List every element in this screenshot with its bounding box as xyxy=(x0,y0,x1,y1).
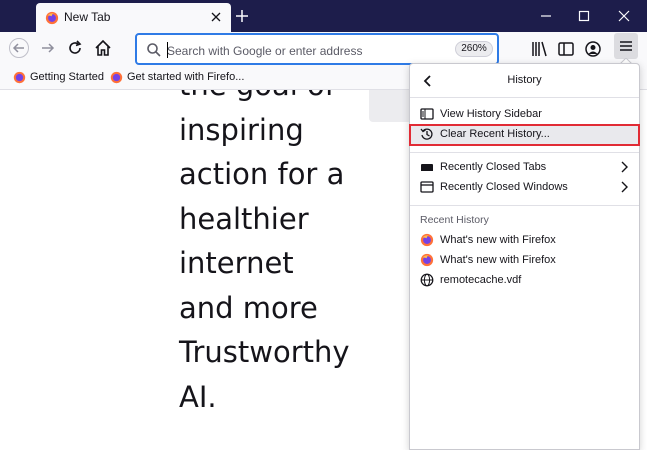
history-panel: History View History Sidebar Clear Recen… xyxy=(409,63,640,450)
history-entry-label: What's new with Firefox xyxy=(440,254,556,266)
recently-closed-windows-item[interactable]: Recently Closed Windows xyxy=(410,178,639,198)
firefox-icon xyxy=(13,71,26,84)
clear-recent-history-item[interactable]: Clear Recent History... xyxy=(409,124,640,146)
app-menu-button[interactable] xyxy=(614,33,638,59)
panel-header: History xyxy=(410,64,639,98)
chevron-right-icon xyxy=(621,181,628,193)
bookmark-label: Get started with Firefo... xyxy=(127,71,245,83)
text-line: inspiring xyxy=(179,112,304,147)
maximize-icon[interactable] xyxy=(577,9,591,23)
text-line: healthier xyxy=(179,201,309,236)
globe-icon xyxy=(420,273,434,287)
page-paragraph: the goal of inspiring action for a healt… xyxy=(179,90,350,419)
account-icon[interactable] xyxy=(583,39,603,59)
divider xyxy=(410,205,639,206)
menu-item-label: Recently Closed Windows xyxy=(440,181,568,193)
reload-icon[interactable] xyxy=(65,38,85,58)
bookmark-get-started-firefox[interactable]: Get started with Firefo... xyxy=(110,70,244,86)
address-bar[interactable]: 260% xyxy=(135,33,499,65)
home-icon[interactable] xyxy=(93,38,113,58)
closed-windows-icon xyxy=(420,181,434,193)
address-input[interactable] xyxy=(167,42,447,60)
menu-item-label: View History Sidebar xyxy=(440,108,542,120)
text-line: action for a xyxy=(179,157,345,191)
firefox-icon xyxy=(110,71,123,84)
text-line: Trustworthy xyxy=(179,335,350,369)
bookmark-label: Getting Started xyxy=(30,71,104,83)
minimize-icon[interactable] xyxy=(539,9,553,23)
navigation-toolbar: 260% xyxy=(0,32,647,66)
closed-tabs-icon xyxy=(421,164,433,171)
history-entry[interactable]: What's new with Firefox xyxy=(410,231,639,251)
back-icon[interactable] xyxy=(9,38,29,58)
recent-history-heading: Recent History xyxy=(420,214,489,226)
close-window-icon[interactable] xyxy=(617,9,631,23)
text-line: AI. xyxy=(179,379,217,414)
bookmark-getting-started[interactable]: Getting Started xyxy=(13,70,104,86)
sidebar-icon[interactable] xyxy=(556,39,576,59)
history-entry[interactable]: remotecache.vdf xyxy=(410,271,639,291)
menu-item-label: Clear Recent History... xyxy=(440,128,550,140)
forward-icon[interactable] xyxy=(38,38,58,58)
title-bar: New Tab xyxy=(0,0,647,32)
chevron-right-icon xyxy=(621,161,628,173)
text-line: the goal of xyxy=(179,90,350,108)
sidebar-icon xyxy=(420,108,434,120)
text-line: internet xyxy=(179,246,294,280)
search-icon xyxy=(147,43,161,57)
text-caret xyxy=(167,42,168,58)
hamburger-menu-icon xyxy=(620,41,632,51)
history-entry-label: What's new with Firefox xyxy=(440,234,556,246)
history-entry[interactable]: What's new with Firefox xyxy=(410,251,639,271)
firefox-icon xyxy=(420,233,434,247)
library-icon[interactable] xyxy=(530,39,550,59)
tab-title: New Tab xyxy=(64,10,111,24)
clear-history-icon xyxy=(420,128,433,140)
recently-closed-tabs-item[interactable]: Recently Closed Tabs xyxy=(410,158,639,178)
new-tab-icon[interactable] xyxy=(234,8,250,24)
view-history-sidebar-item[interactable]: View History Sidebar xyxy=(410,105,639,125)
panel-title: History xyxy=(507,74,542,86)
menu-item-label: Recently Closed Tabs xyxy=(440,161,547,173)
firefox-icon xyxy=(45,11,59,25)
zoom-level-badge[interactable]: 260% xyxy=(455,41,493,57)
history-entry-label: remotecache.vdf xyxy=(440,274,522,286)
divider xyxy=(410,152,639,153)
firefox-icon xyxy=(420,253,434,267)
close-tab-icon[interactable] xyxy=(208,9,224,25)
text-line: and more xyxy=(179,290,318,325)
tab-new-tab[interactable]: New Tab xyxy=(36,3,231,32)
